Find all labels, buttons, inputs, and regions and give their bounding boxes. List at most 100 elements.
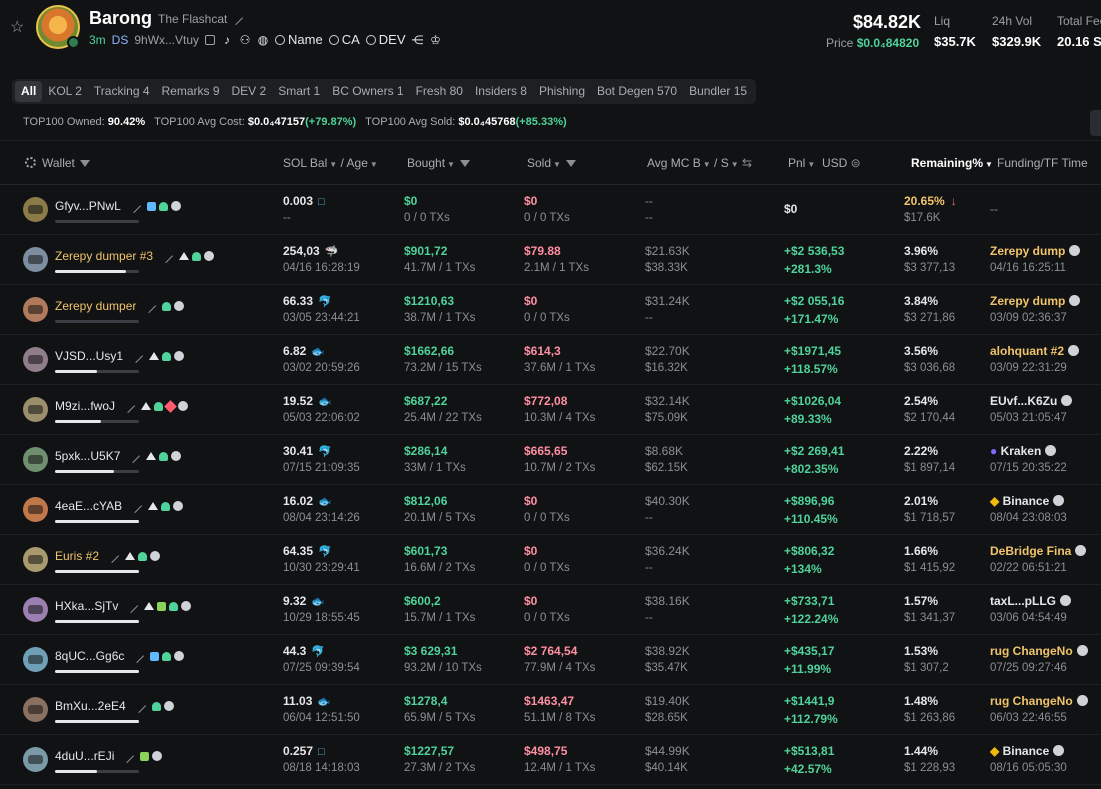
table-row[interactable]: Gfyv...PNwL 0.003 □ -- $0 0 / 0 TXs $0 0… — [0, 185, 1101, 235]
col-avg-mc[interactable]: Avg MC B ▼ / S ▼ ⇆ — [647, 156, 752, 170]
filter-icon[interactable] — [565, 160, 576, 168]
tab-all[interactable]: All — [15, 81, 43, 102]
wallet-name[interactable]: 8qUC...Gg6c — [55, 648, 185, 664]
wallet-label[interactable]: 4duU...rEJi — [55, 749, 114, 763]
funding-cell[interactable]: EUvf...K6Zu 05/03 21:05:47 — [990, 394, 1092, 424]
community-icon[interactable]: ⚇ — [239, 34, 251, 46]
edit-remark-icon[interactable] — [130, 648, 145, 664]
wallet-label[interactable]: BmXu...2eE4 — [55, 699, 126, 713]
funding-cell[interactable]: Zerepy dump 04/16 16:25:11 — [990, 244, 1092, 274]
wallet-name[interactable]: BmXu...2eE4 — [55, 698, 174, 714]
col-sol-age[interactable]: SOL Bal ▼ / Age ▼ — [283, 156, 378, 170]
tab-kol[interactable]: KOL 2 — [42, 81, 88, 102]
ds-badge[interactable]: DS — [112, 33, 129, 47]
search-name-link[interactable]: Name — [275, 32, 323, 47]
col-wallet[interactable]: Wallet — [25, 156, 90, 170]
wallet-name[interactable]: 5pxk...U5K7 — [55, 448, 182, 464]
edit-remark-icon[interactable] — [128, 348, 144, 364]
tab-remarks[interactable]: Remarks 9 — [156, 81, 226, 102]
filter-icon[interactable] — [459, 160, 470, 168]
funding-cell[interactable]: alohquant #2 03/09 22:31:29 — [990, 344, 1092, 374]
wallet-name[interactable]: Gfyv...PNwL — [55, 198, 181, 214]
tab-fresh[interactable]: Fresh 80 — [410, 81, 469, 102]
col-funding[interactable]: Funding/TF Time — [997, 156, 1088, 170]
edit-remark-icon[interactable] — [158, 248, 174, 264]
edit-remark-icon[interactable] — [126, 198, 141, 214]
wallet-name[interactable]: VJSD...Usy1 — [55, 348, 185, 364]
wallet-name[interactable]: Zerepy dumper #3 — [55, 248, 215, 264]
tab-phishing[interactable]: Phishing — [533, 81, 591, 102]
copy-icon[interactable] — [205, 34, 216, 45]
wallet-label[interactable]: Zerepy dumper — [55, 299, 136, 313]
wallet-label[interactable]: VJSD...Usy1 — [55, 349, 123, 363]
funding-cell[interactable]: rug ChangeNo 06/03 22:46:55 — [990, 694, 1092, 724]
col-pnl[interactable]: Pnl ▼ USD ⊜ — [788, 156, 861, 170]
wallet-label[interactable]: Zerepy dumper #3 — [55, 249, 153, 263]
funding-cell[interactable]: rug ChangeNo 07/25 09:27:46 — [990, 644, 1092, 674]
wallet-name[interactable]: 4eaE...cYAB — [55, 498, 184, 514]
wallet-name[interactable]: Zerepy dumper — [55, 298, 185, 314]
edit-remark-icon[interactable] — [120, 398, 136, 414]
wallet-label[interactable]: Gfyv...PNwL — [55, 199, 121, 213]
wallet-name[interactable]: HXka...SjTv — [55, 598, 192, 614]
wallet-label[interactable]: 8qUC...Gg6c — [55, 649, 124, 663]
edit-remark-icon[interactable] — [131, 698, 146, 714]
wallet-label[interactable]: 5pxk...U5K7 — [55, 449, 120, 463]
col-bought[interactable]: Bought ▼ — [407, 156, 470, 170]
table-row[interactable]: 8qUC...Gg6c 44.3 🐬 07/25 09:39:54 $3 629,… — [0, 635, 1101, 685]
table-row[interactable]: Euris #2 64.35 🐬 10/30 23:29:41 $601,73 1… — [0, 535, 1101, 585]
edit-remark-icon[interactable] — [128, 498, 143, 514]
share-icon[interactable]: ⋲ — [412, 34, 424, 46]
table-row[interactable]: VJSD...Usy1 6.82 🐟 03/02 20:59:26 $1662,6… — [0, 335, 1101, 385]
tiktok-icon[interactable]: ♪ — [221, 34, 233, 46]
favorite-star-icon[interactable]: ☆ — [10, 20, 26, 36]
tab-bundler[interactable]: Bundler 15 — [683, 81, 753, 102]
table-row[interactable]: BmXu...2eE4 11.03 🐟 06/04 12:51:50 $1278,… — [0, 685, 1101, 735]
tab-bc-owners[interactable]: BC Owners 1 — [326, 81, 409, 102]
funding-cell[interactable]: ◆ Binance 08/04 23:08:03 — [990, 494, 1092, 524]
edit-remark-icon[interactable] — [120, 748, 135, 764]
wallet-name[interactable]: Euris #2 — [55, 548, 161, 564]
tab-dev[interactable]: DEV 2 — [226, 81, 273, 102]
funding-cell[interactable]: ● Kraken 07/15 20:35:22 — [990, 444, 1092, 474]
table-row[interactable]: HXka...SjTv 9.32 🐟 10/29 18:55:45 $600,2 … — [0, 585, 1101, 635]
tab-insiders[interactable]: Insiders 8 — [469, 81, 533, 102]
wallet-name[interactable]: M9zi...fwoJ — [55, 398, 189, 414]
edit-remark-icon[interactable] — [126, 448, 141, 464]
funding-cell[interactable]: -- — [990, 202, 1092, 220]
settings-gear-icon[interactable] — [25, 157, 36, 168]
edit-remark-icon[interactable] — [142, 298, 157, 314]
edit-remark-icon[interactable] — [124, 598, 139, 614]
funding-cell[interactable]: Zerepy dump 03/09 02:36:37 — [990, 294, 1092, 324]
tab-bot-degen[interactable]: Bot Degen 570 — [591, 81, 683, 102]
side-panel-toggle[interactable] — [1090, 110, 1101, 136]
wallet-label[interactable]: 4eaE...cYAB — [55, 499, 122, 513]
col-remaining[interactable]: Remaining% ▼ — [911, 156, 993, 170]
table-row[interactable]: 5pxk...U5K7 30.41 🐬 07/15 21:09:35 $286,1… — [0, 435, 1101, 485]
search-ca-link[interactable]: CA — [328, 32, 360, 47]
currency-toggle-icon[interactable]: ⊜ — [851, 156, 861, 170]
table-row[interactable]: 4eaE...cYAB 16.02 🐟 08/04 23:14:26 $812,0… — [0, 485, 1101, 535]
funding-cell[interactable]: DeBridge Fina 02/22 06:51:21 — [990, 544, 1092, 574]
swap-icon[interactable]: ⇆ — [742, 156, 752, 170]
edit-remark-icon[interactable] — [104, 548, 120, 564]
wallet-label[interactable]: HXka...SjTv — [55, 599, 118, 613]
edit-icon[interactable] — [229, 10, 244, 26]
table-row[interactable]: Zerepy dumper #3 254,03 🦈 04/16 16:28:19 … — [0, 235, 1101, 285]
wallet-label[interactable]: M9zi...fwoJ — [55, 399, 115, 413]
crown-icon[interactable]: ♔ — [430, 34, 442, 46]
funding-cell[interactable]: taxL...pLLG 03/06 04:54:49 — [990, 594, 1092, 624]
table-row[interactable]: Zerepy dumper 66.33 🐬 03/05 23:44:21 $121… — [0, 285, 1101, 335]
col-sold[interactable]: Sold ▼ — [527, 156, 576, 170]
wallet-label[interactable]: Euris #2 — [55, 549, 99, 563]
search-dev-link[interactable]: DEV — [365, 32, 406, 47]
table-row[interactable]: M9zi...fwoJ 19.52 🐟 05/03 22:06:02 $687,2… — [0, 385, 1101, 435]
tab-smart[interactable]: Smart 1 — [272, 81, 326, 102]
token-address[interactable]: 9hWx...Vtuy — [134, 33, 199, 47]
table-row[interactable]: 4duU...rEJi 0.257 □ 08/18 14:18:03 $1227,… — [0, 735, 1101, 785]
tab-tracking[interactable]: Tracking 4 — [88, 81, 156, 102]
filter-icon[interactable] — [79, 160, 90, 168]
funding-cell[interactable]: ◆ Binance 08/16 05:05:30 — [990, 744, 1092, 774]
website-icon[interactable]: ◍ — [257, 34, 269, 46]
wallet-name[interactable]: 4duU...rEJi — [55, 748, 163, 764]
